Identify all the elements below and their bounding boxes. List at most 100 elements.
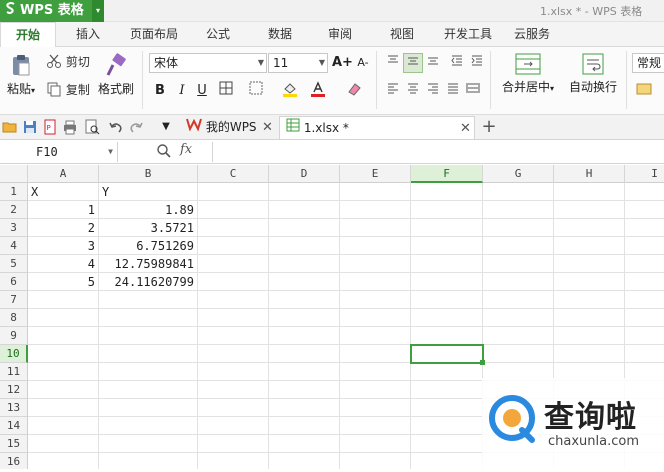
cell-b5[interactable]: 12.75989841 [99, 255, 198, 273]
cell-b7[interactable] [99, 291, 198, 309]
column-header-f[interactable]: F [411, 165, 483, 183]
cell-c1[interactable] [198, 183, 269, 201]
cell-h1[interactable] [554, 183, 625, 201]
column-header-c[interactable]: C [198, 165, 269, 183]
indent-decrease-button[interactable] [447, 53, 467, 73]
cell-d5[interactable] [269, 255, 340, 273]
cell-c12[interactable] [198, 381, 269, 399]
new-tab-plus-icon[interactable]: + [481, 118, 497, 136]
cell-g10[interactable] [483, 345, 554, 363]
selected-cell-highlight[interactable] [410, 344, 484, 364]
cell-a3[interactable]: 2 [28, 219, 99, 237]
tab-developer[interactable]: 开发工具 [444, 22, 492, 47]
print-icon[interactable] [62, 119, 78, 135]
number-format-select[interactable]: 常规 [632, 53, 664, 73]
row-header-6[interactable]: 6 [0, 273, 28, 291]
cell-f3[interactable] [411, 219, 483, 237]
cell-e14[interactable] [340, 417, 411, 435]
app-menu-button[interactable]: WPS 表格 ▾ [0, 0, 104, 22]
cell-b8[interactable] [99, 309, 198, 327]
cell-d16[interactable] [269, 453, 340, 469]
fill-color-button[interactable] [280, 81, 300, 101]
cell-d7[interactable] [269, 291, 340, 309]
tab-home[interactable]: 开始 [0, 22, 56, 48]
cell-f8[interactable] [411, 309, 483, 327]
cell-a6[interactable]: 5 [28, 273, 99, 291]
redo-icon[interactable] [128, 119, 144, 135]
cell-g3[interactable] [483, 219, 554, 237]
cell-c13[interactable] [198, 399, 269, 417]
cell-g4[interactable] [483, 237, 554, 255]
cut-button[interactable]: 剪切 [46, 53, 90, 72]
clear-format-button[interactable] [344, 81, 364, 101]
cell-f9[interactable] [411, 327, 483, 345]
align-center-button[interactable] [403, 81, 423, 101]
paste-button[interactable]: 粘贴▾ [4, 53, 38, 105]
cell-h2[interactable] [554, 201, 625, 219]
cell-g2[interactable] [483, 201, 554, 219]
cell-b9[interactable] [99, 327, 198, 345]
format-painter-button[interactable]: 格式刷 [96, 53, 136, 105]
cell-e3[interactable] [340, 219, 411, 237]
cell-d6[interactable] [269, 273, 340, 291]
cell-d9[interactable] [269, 327, 340, 345]
row-header-2[interactable]: 2 [0, 201, 28, 219]
tab-review[interactable]: 审阅 [328, 22, 352, 47]
cell-f2[interactable] [411, 201, 483, 219]
tab-insert[interactable]: 插入 [76, 22, 100, 47]
cell-g6[interactable] [483, 273, 554, 291]
cell-c4[interactable] [198, 237, 269, 255]
align-top-button[interactable] [383, 53, 403, 73]
export-pdf-icon[interactable]: P [42, 119, 58, 135]
row-header-10[interactable]: 10 [0, 345, 28, 363]
cell-a8[interactable] [28, 309, 99, 327]
align-middle-button[interactable] [403, 53, 423, 73]
cell-i2[interactable] [625, 201, 664, 219]
cell-h3[interactable] [554, 219, 625, 237]
cell-d1[interactable] [269, 183, 340, 201]
cell-g9[interactable] [483, 327, 554, 345]
row-header-3[interactable]: 3 [0, 219, 28, 237]
row-header-14[interactable]: 14 [0, 417, 28, 435]
row-header-12[interactable]: 12 [0, 381, 28, 399]
tab-formula[interactable]: 公式 [206, 22, 230, 47]
currency-format-button[interactable] [634, 81, 654, 101]
cell-h6[interactable] [554, 273, 625, 291]
cell-i1[interactable] [625, 183, 664, 201]
cell-d3[interactable] [269, 219, 340, 237]
align-left-button[interactable] [383, 81, 403, 101]
cell-f11[interactable] [411, 363, 483, 381]
doc-tab-active[interactable]: 1.xlsx * ✕ [279, 116, 475, 139]
customize-toolbar-icon[interactable]: ▼ [158, 119, 174, 135]
cell-a10[interactable] [28, 345, 99, 363]
cell-e11[interactable] [340, 363, 411, 381]
cell-a5[interactable]: 4 [28, 255, 99, 273]
tab-data[interactable]: 数据 [268, 22, 292, 47]
cell-b14[interactable] [99, 417, 198, 435]
column-header-i[interactable]: I [625, 165, 664, 183]
cell-e16[interactable] [340, 453, 411, 469]
cell-d15[interactable] [269, 435, 340, 453]
cell-h7[interactable] [554, 291, 625, 309]
cell-f16[interactable] [411, 453, 483, 469]
column-header-g[interactable]: G [483, 165, 554, 183]
cell-e6[interactable] [340, 273, 411, 291]
cell-h8[interactable] [554, 309, 625, 327]
app-menu-arrow-icon[interactable]: ▾ [92, 0, 104, 22]
cell-c14[interactable] [198, 417, 269, 435]
cell-f13[interactable] [411, 399, 483, 417]
fill-handle[interactable] [480, 360, 485, 365]
italic-button[interactable]: I [172, 81, 192, 101]
grow-font-button[interactable]: A+ [332, 53, 353, 73]
chevron-down-icon[interactable]: ▼ [108, 142, 113, 162]
cell-c8[interactable] [198, 309, 269, 327]
row-header-4[interactable]: 4 [0, 237, 28, 255]
cell-h10[interactable] [554, 345, 625, 363]
cell-i5[interactable] [625, 255, 664, 273]
cell-a11[interactable] [28, 363, 99, 381]
tab-view[interactable]: 视图 [390, 22, 414, 47]
cell-e10[interactable] [340, 345, 411, 363]
cell-i4[interactable] [625, 237, 664, 255]
doc-tab-my-wps[interactable]: 我的WPS ✕ [180, 116, 278, 139]
cell-b16[interactable] [99, 453, 198, 469]
